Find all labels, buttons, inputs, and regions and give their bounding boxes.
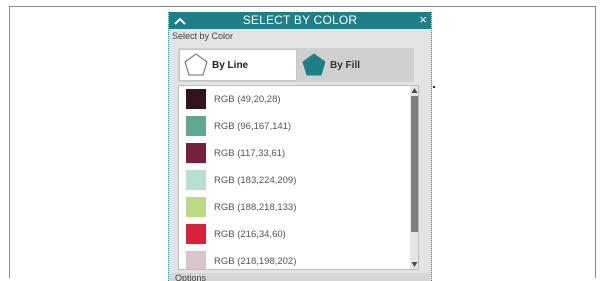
color-label: RGB (218,198,202) — [214, 255, 297, 267]
scroll-thumb[interactable] — [411, 96, 418, 232]
options-section[interactable]: Options — [169, 273, 431, 281]
color-item[interactable]: RGB (188,218,133) — [186, 197, 296, 217]
color-swatch — [186, 89, 206, 109]
color-list: RGB (49,20,28) RGB (96,167,141) RGB (117… — [178, 85, 419, 270]
list-scrollbar[interactable] — [410, 86, 419, 269]
dialog-title: SELECT BY COLOR — [242, 13, 358, 27]
color-swatch — [186, 116, 206, 136]
select-by-color-panel: SELECT BY COLOR × Select by Color By Lin… — [168, 12, 432, 281]
color-item[interactable]: RGB (218,198,202) — [186, 251, 297, 269]
color-label: RGB (117,33,61) — [214, 147, 286, 159]
close-icon[interactable]: × — [419, 13, 427, 27]
pentagon-filled-icon — [302, 53, 326, 76]
title-bar: SELECT BY COLOR × — [169, 12, 431, 29]
color-swatch — [186, 251, 206, 269]
color-label: RGB (188,218,133) — [214, 201, 297, 213]
scroll-up-arrow-icon[interactable] — [410, 86, 419, 95]
stray-dot — [433, 86, 435, 88]
color-swatch — [186, 197, 206, 217]
color-swatch — [186, 143, 206, 163]
by-fill-label: By Fill — [330, 59, 361, 71]
color-swatch — [186, 224, 206, 244]
color-item[interactable]: RGB (216,34,60) — [186, 224, 286, 244]
scroll-down-arrow-icon[interactable] — [410, 260, 419, 269]
color-label: RGB (96,167,141) — [214, 120, 292, 132]
color-item[interactable]: RGB (49,20,28) — [186, 89, 281, 109]
mode-toggle: By Line By Fill — [178, 48, 414, 82]
color-label: RGB (49,20,28) — [214, 93, 281, 105]
by-fill-button[interactable]: By Fill — [298, 49, 413, 81]
by-line-label: By Line — [212, 59, 249, 71]
color-swatch — [186, 170, 206, 190]
options-label: Options — [175, 273, 207, 281]
color-item[interactable]: RGB (117,33,61) — [186, 143, 285, 163]
section-label: Select by Color — [172, 31, 234, 41]
color-item[interactable]: RGB (96,167,141) — [186, 116, 291, 136]
pentagon-outline-icon — [184, 53, 208, 76]
color-label: RGB (183,224,209) — [214, 174, 297, 186]
color-item[interactable]: RGB (183,224,209) — [186, 170, 296, 190]
by-line-button[interactable]: By Line — [179, 49, 297, 81]
color-label: RGB (216,34,60) — [214, 228, 286, 240]
